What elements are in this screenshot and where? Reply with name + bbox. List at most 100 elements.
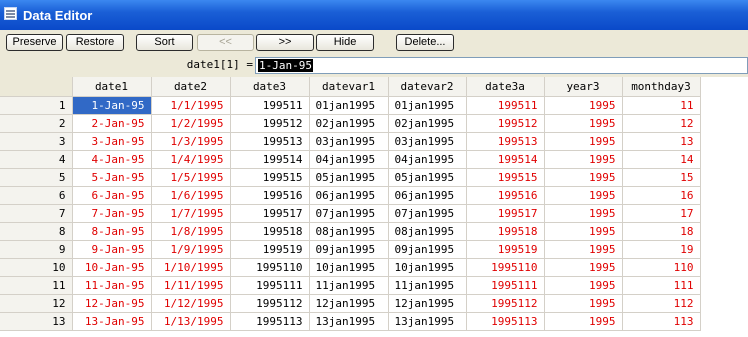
- cell-datevar1[interactable]: 02jan1995: [309, 114, 389, 133]
- cell-year3[interactable]: 1995: [544, 132, 623, 151]
- cell-datevar1[interactable]: 05jan1995: [309, 168, 389, 187]
- row-number[interactable]: 2: [0, 114, 73, 133]
- cell-date3[interactable]: 199514: [230, 150, 310, 169]
- cell-datevar2[interactable]: 01jan1995: [388, 96, 467, 115]
- row-number[interactable]: 11: [0, 276, 73, 295]
- cell-year3[interactable]: 1995: [544, 168, 623, 187]
- cell-datevar2[interactable]: 03jan1995: [388, 132, 467, 151]
- cell-year3[interactable]: 1995: [544, 186, 623, 205]
- cell-date2[interactable]: 1/3/1995: [151, 132, 231, 151]
- cell-monthday3[interactable]: 19: [622, 240, 701, 259]
- cell-datevar2[interactable]: 02jan1995: [388, 114, 467, 133]
- cell-value-text[interactable]: 1-Jan-95: [258, 59, 313, 72]
- cell-date3[interactable]: 1995111: [230, 276, 310, 295]
- cell-date2[interactable]: 1/11/1995: [151, 276, 231, 295]
- cell-year3[interactable]: 1995: [544, 96, 623, 115]
- cell-year3[interactable]: 1995: [544, 258, 623, 277]
- cell-monthday3[interactable]: 15: [622, 168, 701, 187]
- cell-date3a[interactable]: 199516: [466, 186, 545, 205]
- row-number[interactable]: 1: [0, 96, 73, 115]
- cell-date3a[interactable]: 199511: [466, 96, 545, 115]
- cell-monthday3[interactable]: 16: [622, 186, 701, 205]
- cell-datevar2[interactable]: 09jan1995: [388, 240, 467, 259]
- cell-date3a[interactable]: 199515: [466, 168, 545, 187]
- cell-year3[interactable]: 1995: [544, 276, 623, 295]
- cell-year3[interactable]: 1995: [544, 222, 623, 241]
- cell-date1[interactable]: 8-Jan-95: [72, 222, 152, 241]
- cell-date2[interactable]: 1/9/1995: [151, 240, 231, 259]
- column-header-year3[interactable]: year3: [544, 77, 623, 97]
- cell-monthday3[interactable]: 13: [622, 132, 701, 151]
- next-button[interactable]: >>: [256, 34, 314, 51]
- row-number[interactable]: 7: [0, 204, 73, 223]
- cell-date2[interactable]: 1/2/1995: [151, 114, 231, 133]
- previous-button[interactable]: <<: [197, 34, 254, 51]
- cell-year3[interactable]: 1995: [544, 240, 623, 259]
- cell-date3a[interactable]: 199519: [466, 240, 545, 259]
- cell-datevar1[interactable]: 10jan1995: [309, 258, 389, 277]
- cell-date3[interactable]: 1995110: [230, 258, 310, 277]
- cell-datevar2[interactable]: 13jan1995: [388, 312, 467, 331]
- row-number[interactable]: 8: [0, 222, 73, 241]
- cell-datevar2[interactable]: 10jan1995: [388, 258, 467, 277]
- cell-date3[interactable]: 1995113: [230, 312, 310, 331]
- row-number[interactable]: 13: [0, 312, 73, 331]
- cell-date1[interactable]: 6-Jan-95: [72, 186, 152, 205]
- cell-date3[interactable]: 199511: [230, 96, 310, 115]
- cell-monthday3[interactable]: 12: [622, 114, 701, 133]
- cell-date1[interactable]: 12-Jan-95: [72, 294, 152, 313]
- cell-datevar1[interactable]: 03jan1995: [309, 132, 389, 151]
- restore-button[interactable]: Restore: [66, 34, 124, 51]
- sort-button[interactable]: Sort: [136, 34, 193, 51]
- cell-date3a[interactable]: 199512: [466, 114, 545, 133]
- cell-date1[interactable]: 5-Jan-95: [72, 168, 152, 187]
- cell-date1[interactable]: 1-Jan-95: [72, 96, 152, 115]
- data-grid[interactable]: date1 date2 date3 datevar1 datevar2 date3a yea…: [0, 77, 748, 337]
- cell-datevar2[interactable]: 04jan1995: [388, 150, 467, 169]
- cell-datevar2[interactable]: 11jan1995: [388, 276, 467, 295]
- cell-date1[interactable]: 4-Jan-95: [72, 150, 152, 169]
- cell-datevar2[interactable]: 08jan1995: [388, 222, 467, 241]
- column-header-date1[interactable]: date1: [72, 77, 152, 97]
- cell-date1[interactable]: 13-Jan-95: [72, 312, 152, 331]
- cell-datevar2[interactable]: 07jan1995: [388, 204, 467, 223]
- cell-date1[interactable]: 10-Jan-95: [72, 258, 152, 277]
- cell-date2[interactable]: 1/10/1995: [151, 258, 231, 277]
- cell-date3a[interactable]: 199513: [466, 132, 545, 151]
- cell-monthday3[interactable]: 112: [622, 294, 701, 313]
- cell-datevar1[interactable]: 01jan1995: [309, 96, 389, 115]
- cell-datevar2[interactable]: 05jan1995: [388, 168, 467, 187]
- cell-date3a[interactable]: 1995113: [466, 312, 545, 331]
- cell-date3[interactable]: 199517: [230, 204, 310, 223]
- cell-monthday3[interactable]: 17: [622, 204, 701, 223]
- cell-year3[interactable]: 1995: [544, 150, 623, 169]
- cell-date1[interactable]: 7-Jan-95: [72, 204, 152, 223]
- cell-date1[interactable]: 2-Jan-95: [72, 114, 152, 133]
- row-number[interactable]: 4: [0, 150, 73, 169]
- column-header-date2[interactable]: date2: [151, 77, 231, 97]
- cell-monthday3[interactable]: 110: [622, 258, 701, 277]
- cell-datevar1[interactable]: 06jan1995: [309, 186, 389, 205]
- corner-cell[interactable]: [0, 77, 73, 97]
- row-number[interactable]: 3: [0, 132, 73, 151]
- cell-year3[interactable]: 1995: [544, 294, 623, 313]
- cell-date2[interactable]: 1/1/1995: [151, 96, 231, 115]
- column-header-date3[interactable]: date3: [230, 77, 310, 97]
- cell-monthday3[interactable]: 113: [622, 312, 701, 331]
- cell-monthday3[interactable]: 18: [622, 222, 701, 241]
- cell-datevar1[interactable]: 12jan1995: [309, 294, 389, 313]
- column-header-date3a[interactable]: date3a: [466, 77, 545, 97]
- cell-date3a[interactable]: 1995112: [466, 294, 545, 313]
- cell-value-input[interactable]: 1-Jan-95: [255, 57, 748, 74]
- preserve-button[interactable]: Preserve: [6, 34, 63, 51]
- cell-date3a[interactable]: 1995111: [466, 276, 545, 295]
- cell-date3a[interactable]: 199514: [466, 150, 545, 169]
- cell-date2[interactable]: 1/7/1995: [151, 204, 231, 223]
- cell-date2[interactable]: 1/4/1995: [151, 150, 231, 169]
- cell-datevar2[interactable]: 06jan1995: [388, 186, 467, 205]
- cell-monthday3[interactable]: 11: [622, 96, 701, 115]
- cell-year3[interactable]: 1995: [544, 114, 623, 133]
- row-number[interactable]: 10: [0, 258, 73, 277]
- column-header-datevar2[interactable]: datevar2: [388, 77, 467, 97]
- cell-date2[interactable]: 1/6/1995: [151, 186, 231, 205]
